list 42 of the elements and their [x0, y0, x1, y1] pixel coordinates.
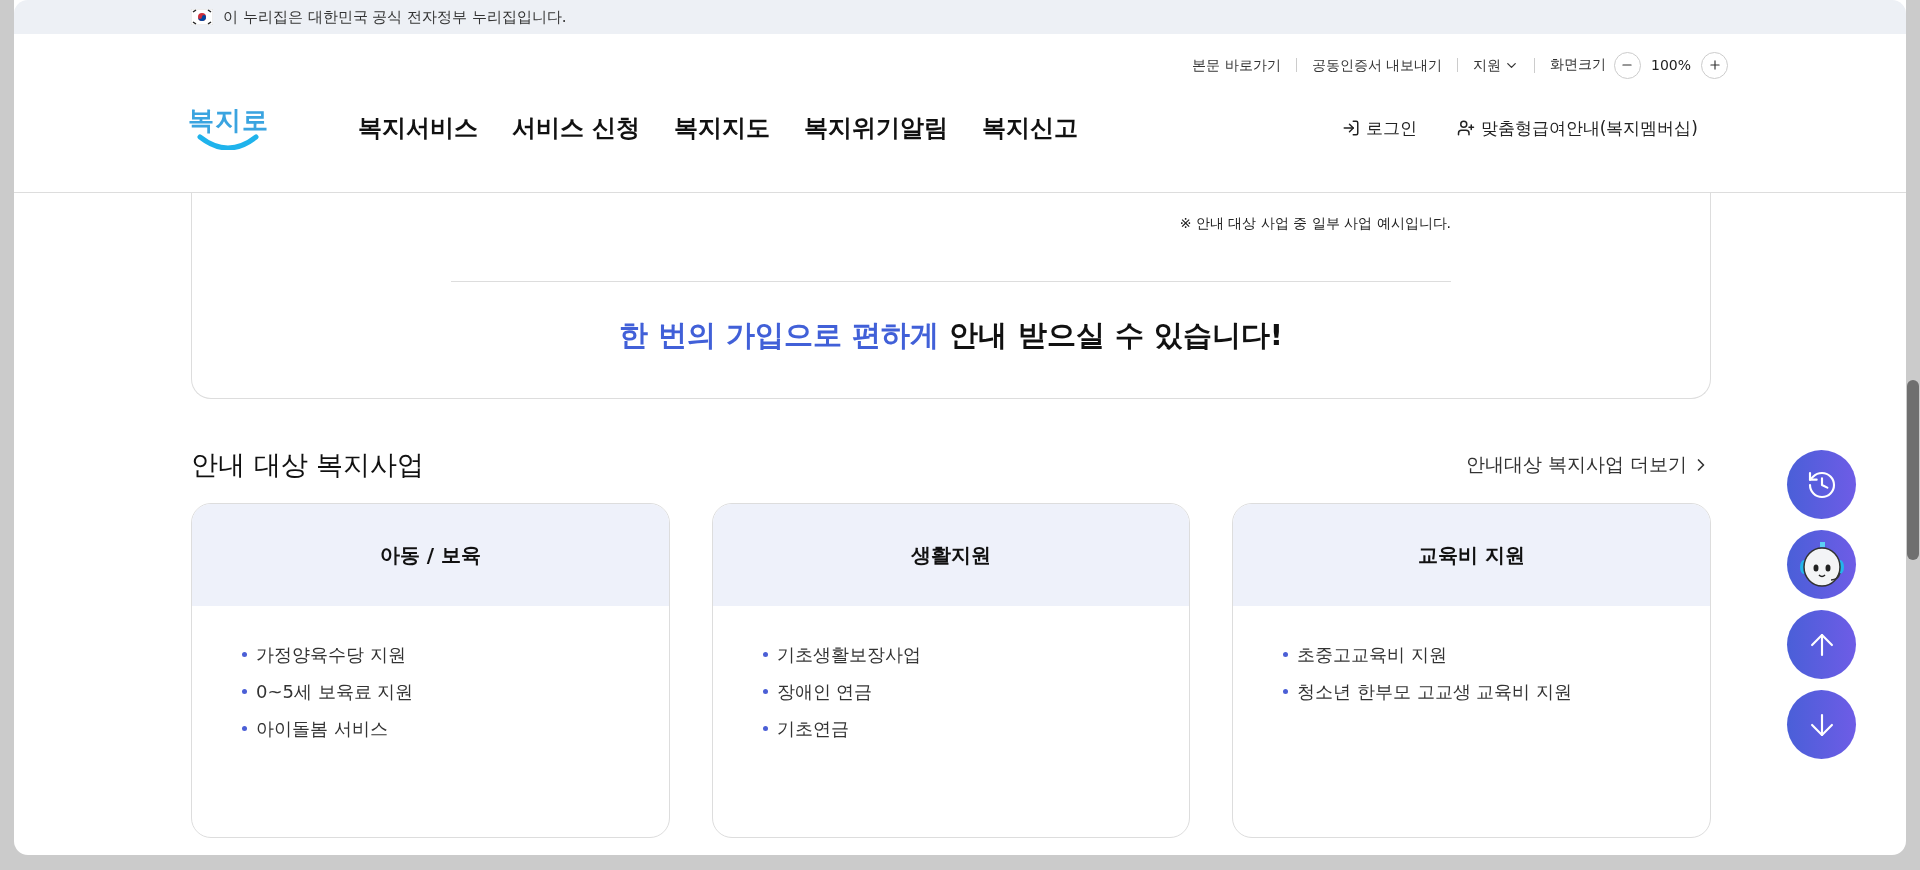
nav-item[interactable]: 복지지도: [674, 112, 771, 144]
membership-link[interactable]: 맞춤형급여안내(복지멤버십): [1456, 116, 1698, 140]
program-item: 청소년 한부모 고교생 교육비 지원: [1297, 679, 1573, 704]
bullet-dot: [762, 689, 768, 694]
program-item: 아이돌봄 서비스: [256, 716, 388, 741]
nav-item[interactable]: 서비스 신청: [512, 112, 641, 144]
plus-icon: [1707, 58, 1722, 72]
bullet-dot: [762, 652, 768, 657]
notice-text: ※ 안내 대상 사업 중 일부 사업 예시입니다.: [1179, 215, 1451, 233]
program-item: 기초생활보장사업: [776, 642, 921, 667]
nav-item[interactable]: 복지위기알림: [804, 112, 949, 144]
bullet-dot: [242, 726, 247, 731]
utility-link[interactable]: 공동인증서 내보내기: [1296, 58, 1458, 72]
flag-icon: [191, 9, 213, 25]
utility-link[interactable]: 본문 바로가기: [1177, 58, 1297, 72]
zoom-value: 100%: [1650, 57, 1691, 73]
bullet-dot: [242, 689, 247, 694]
support-dropdown[interactable]: 지원: [1457, 57, 1535, 73]
program-item: 초중고교육비 지원: [1297, 642, 1448, 667]
login-icon: [1341, 119, 1360, 137]
headline: 한 번의 가입으로 편하게 안내 받으실 수 있습니다!: [619, 317, 1283, 354]
bullet-dot: [1283, 689, 1289, 694]
card-title: 교육비 지원: [1418, 541, 1526, 569]
card-title: 생활지원: [911, 541, 991, 569]
program-item: 기초연금: [776, 716, 849, 741]
bullet-dot: [762, 726, 768, 731]
card-title: 아동 / 보육: [379, 541, 481, 569]
program-item: 0~5세 보육료 지원: [256, 679, 414, 704]
bullet-dot: [1283, 652, 1289, 657]
scrollbar-thumb[interactable]: [1907, 380, 1919, 560]
bullet-dot: [242, 652, 247, 657]
more-link[interactable]: 안내대상 복지사업 더보기: [1465, 452, 1711, 478]
zoom-label: 화면크기: [1548, 56, 1606, 74]
user-plus-icon: [1456, 119, 1475, 137]
section-title: 안내 대상 복지사업: [191, 448, 425, 482]
zoom-in-button[interactable]: [1701, 51, 1728, 79]
nav-item[interactable]: 복지신고: [982, 112, 1079, 144]
government-notice: 이 누리집은 대한민국 공식 전자정부 누리집입니다.: [223, 7, 567, 27]
program-item: 가정양육수당 지원: [256, 642, 406, 667]
program-item: 장애인 연금: [776, 679, 873, 704]
nav-item[interactable]: 복지서비스: [358, 112, 478, 144]
login-link[interactable]: 로그인: [1341, 116, 1417, 140]
